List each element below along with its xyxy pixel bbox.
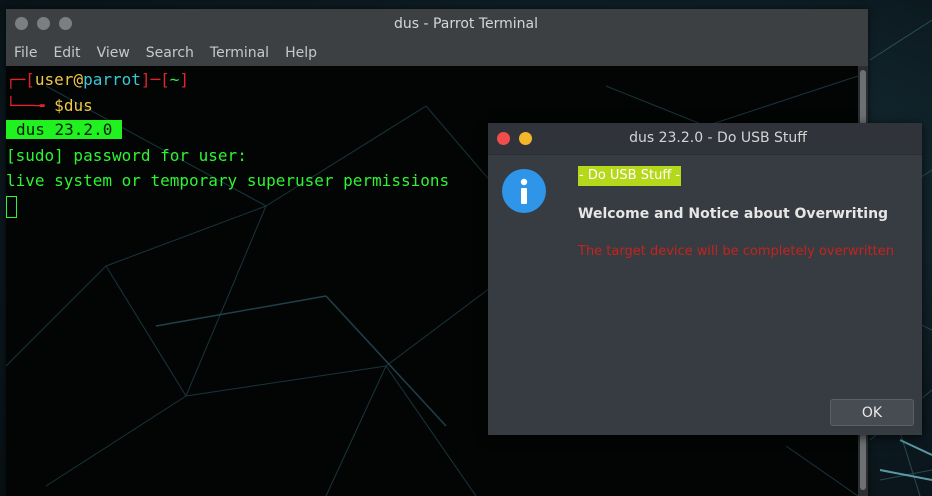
terminal-title: dus - Parrot Terminal (393, 16, 539, 32)
dialog-title: dus 23.2.0 - Do USB Stuff (629, 130, 807, 146)
command-line: └──╼ $dus (6, 94, 93, 118)
command-text: dus (63, 96, 93, 115)
prompt-line: ┌─[user@parrot]─[~] (6, 68, 189, 92)
terminal-cursor (6, 196, 17, 218)
menu-help[interactable]: Help (279, 45, 323, 61)
prompt-bracket-close: ] (179, 70, 190, 89)
menu-file[interactable]: File (8, 45, 43, 61)
menu-terminal[interactable]: Terminal (204, 45, 275, 61)
menu-edit[interactable]: Edit (47, 45, 86, 61)
menu-view[interactable]: View (91, 45, 136, 61)
terminal-menubar: File Edit View Search Terminal Help (6, 39, 868, 66)
prompt-bracket-mid: ]─[ (140, 70, 170, 89)
menu-search[interactable]: Search (140, 45, 200, 61)
prompt-arrow: └──╼ (6, 96, 55, 115)
prompt-user: user (34, 70, 74, 89)
prompt-host: parrot (83, 70, 141, 89)
version-badge-line: dus 23.2.0 (6, 118, 123, 142)
dus-dialog[interactable]: dus 23.2.0 - Do USB Stuff - Do USB Stuff… (488, 123, 922, 435)
version-badge: dus 23.2.0 (6, 120, 123, 139)
prompt-at: @ (73, 70, 84, 89)
permissions-line: live system or temporary superuser permi… (6, 171, 450, 190)
prompt-bracket-open: ┌─[ (6, 70, 35, 89)
dialog-heading: - Do USB Stuff - (578, 166, 682, 186)
dialog-warning-text: The target device will be completely ove… (578, 244, 894, 259)
dialog-titlebar[interactable]: dus 23.2.0 - Do USB Stuff (488, 123, 922, 155)
ok-button[interactable]: OK (830, 399, 914, 426)
prompt-dir: ~ (169, 70, 180, 89)
dialog-welcome-text: Welcome and Notice about Overwriting (578, 206, 889, 222)
terminal-titlebar[interactable]: dus - Parrot Terminal (6, 9, 868, 39)
sudo-prompt-line: [sudo] password for user: (6, 146, 247, 165)
prompt-dollar: $ (54, 96, 64, 115)
info-icon (502, 169, 546, 213)
